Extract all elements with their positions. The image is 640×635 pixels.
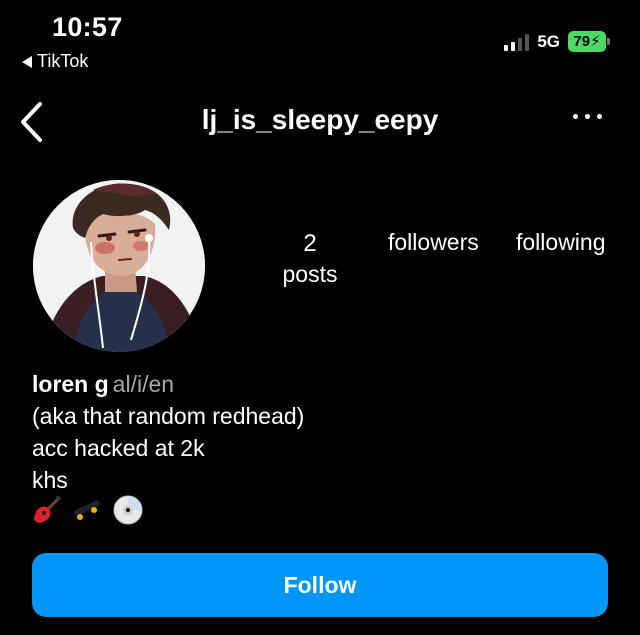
bio-line: khs [32,467,68,493]
network-type: 5G [537,31,560,51]
status-indicators: 5G 79⚡ [504,31,610,52]
bio-name-line: loren g al/i/en [32,368,304,400]
pronouns: al/i/en [112,371,175,397]
bio-emoji-row [32,494,144,526]
following-stat[interactable]: following [516,229,606,256]
posts-label: posts [282,261,338,287]
back-app-label: TikTok [37,51,89,71]
cd-emoji-icon [112,494,144,526]
display-name: loren g [32,371,109,397]
avatar[interactable] [33,180,205,352]
follow-button[interactable]: Follow [32,553,608,617]
profile-username: lj_is_sleepy_eepy [201,104,439,135]
skateboard-emoji-icon [70,495,104,525]
status-time: 10:57 [52,12,123,42]
bio-line: (aka that random redhead) [32,403,305,429]
bio: loren g al/i/en (aka that random redhead)… [32,368,304,496]
posts-count: 2 [303,230,317,257]
battery-icon: 79⚡ [568,31,610,52]
back-triangle-icon [22,55,32,68]
battery-level: 79⚡ [568,31,606,52]
followers-stat[interactable]: followers [388,229,479,256]
back-to-app-link[interactable]: TikTok [22,51,88,72]
posts-stat: 2 posts [270,230,350,290]
cellular-signal-icon [504,33,530,51]
bio-line: acc hacked at 2k [32,435,205,461]
more-options-icon[interactable] [573,114,602,119]
guitar-emoji-icon [32,495,62,525]
